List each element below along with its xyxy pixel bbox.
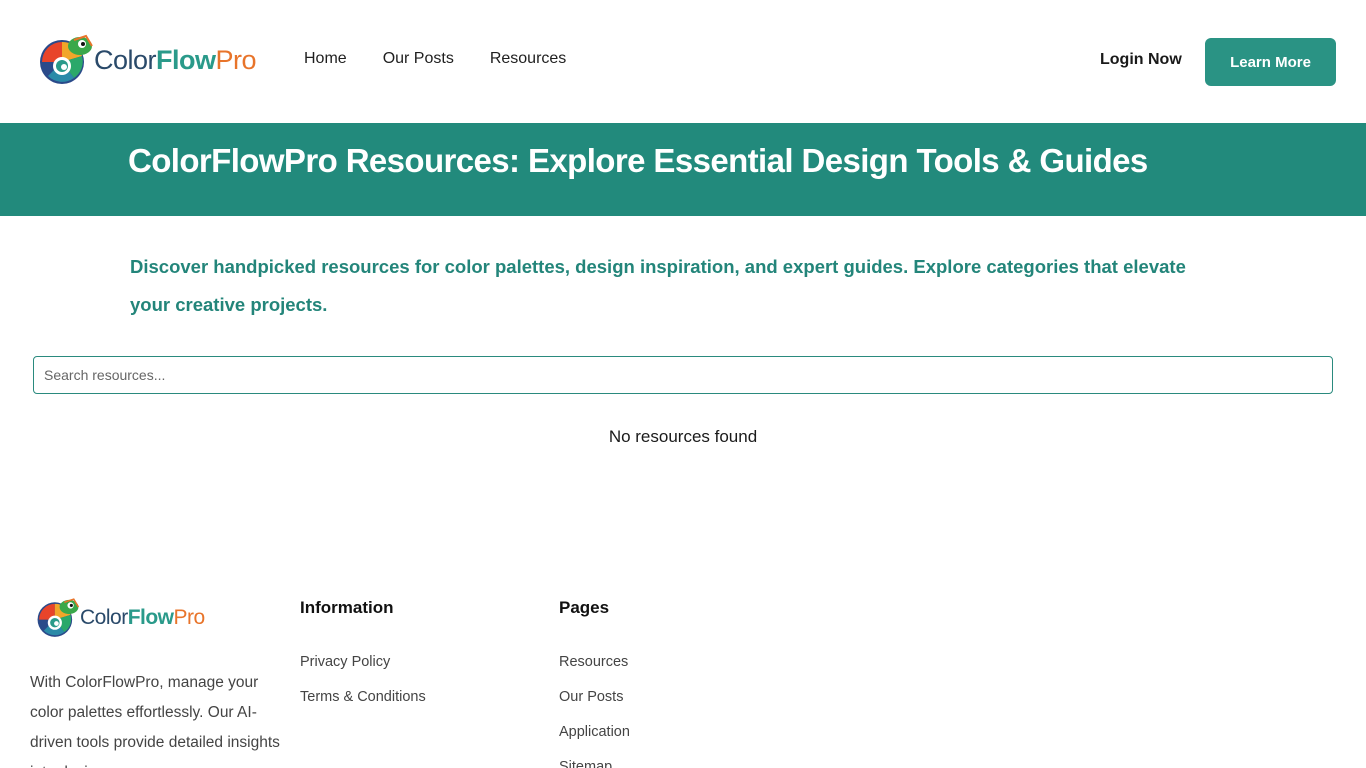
- login-link[interactable]: Login Now: [1100, 51, 1182, 69]
- footer-link-sitemap[interactable]: Sitemap: [559, 759, 630, 768]
- search-input[interactable]: [33, 356, 1333, 394]
- footer-pages-heading: Pages: [559, 598, 610, 617]
- chameleon-logo-icon: [40, 34, 93, 84]
- empty-state-message: No resources found: [608, 427, 758, 446]
- nav-our-posts[interactable]: Our Posts: [383, 50, 454, 68]
- page-banner: ColorFlowPro Resources: Explore Essentia…: [0, 123, 1366, 216]
- chameleon-logo-icon: [37, 598, 80, 637]
- site-header: ColorFlowPro Home Our Posts Resources Lo…: [0, 0, 1366, 123]
- footer-description: With ColorFlowPro, manage your color pal…: [30, 674, 280, 768]
- intro-text: Discover handpicked resources for color …: [130, 256, 1186, 315]
- footer-logo[interactable]: ColorFlowPro: [36, 596, 205, 640]
- page-title: ColorFlowPro Resources: Explore Essentia…: [128, 142, 1148, 179]
- site-logo[interactable]: ColorFlowPro: [38, 32, 257, 88]
- main-nav: Home Our Posts Resources: [304, 50, 566, 68]
- footer-link-privacy-policy[interactable]: Privacy Policy: [300, 654, 426, 689]
- nav-home[interactable]: Home: [304, 50, 347, 68]
- footer-information-column: Information Privacy Policy Terms & Condi…: [300, 598, 426, 724]
- footer-pages-column: Pages Resources Our Posts Application Si…: [559, 598, 630, 768]
- logo-wordmark: ColorFlowPro: [94, 44, 257, 75]
- footer-link-our-posts[interactable]: Our Posts: [559, 689, 630, 724]
- footer-link-terms[interactable]: Terms & Conditions: [300, 689, 426, 724]
- footer-information-heading: Information: [300, 598, 394, 617]
- footer-logo-wordmark: ColorFlowPro: [80, 606, 205, 629]
- nav-resources[interactable]: Resources: [490, 50, 566, 68]
- learn-more-button[interactable]: Learn More: [1205, 38, 1336, 86]
- footer-link-resources[interactable]: Resources: [559, 654, 630, 689]
- footer-link-application[interactable]: Application: [559, 724, 630, 759]
